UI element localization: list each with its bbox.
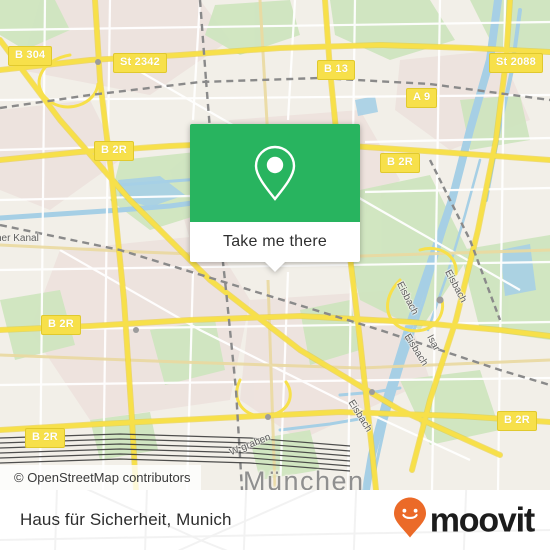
- road-shield: B 2R: [497, 411, 537, 431]
- moovit-pin-icon: [393, 497, 427, 544]
- road-shield: B 13: [317, 60, 356, 80]
- moovit-wordmark: moovit: [429, 501, 535, 539]
- popup-header: [190, 124, 360, 222]
- road-shield: B 2R: [41, 315, 81, 335]
- place-title: Haus für Sicherheit, Munich: [20, 510, 232, 529]
- map-canvas[interactable]: B 304 St 2342 B 13 St 2088 A 9 B 2R B 2R…: [0, 0, 550, 490]
- water-label: her Kanal: [0, 233, 39, 244]
- road-shield: B 2R: [380, 153, 420, 173]
- road-shield: B 2R: [94, 141, 134, 161]
- map-screenshot: B 304 St 2342 B 13 St 2088 A 9 B 2R B 2R…: [0, 0, 550, 550]
- map-pin-icon: [252, 143, 298, 203]
- road-shield: B 304: [8, 46, 53, 66]
- moovit-logo[interactable]: moovit: [393, 497, 535, 544]
- road-shield: St 2342: [113, 53, 167, 73]
- popup-pointer: [264, 261, 286, 272]
- road-shield: A 9: [406, 88, 438, 108]
- location-popup[interactable]: Take me there: [190, 124, 360, 272]
- osm-attribution[interactable]: © OpenStreetMap contributors: [0, 465, 201, 490]
- city-label: München: [243, 466, 365, 490]
- popup-action[interactable]: Take me there: [190, 222, 360, 262]
- road-shield: St 2088: [489, 53, 543, 73]
- footer-bar: Haus für Sicherheit, Munich moovit: [0, 490, 550, 550]
- road-shield: B 2R: [25, 428, 65, 448]
- take-me-there-label: Take me there: [223, 233, 327, 250]
